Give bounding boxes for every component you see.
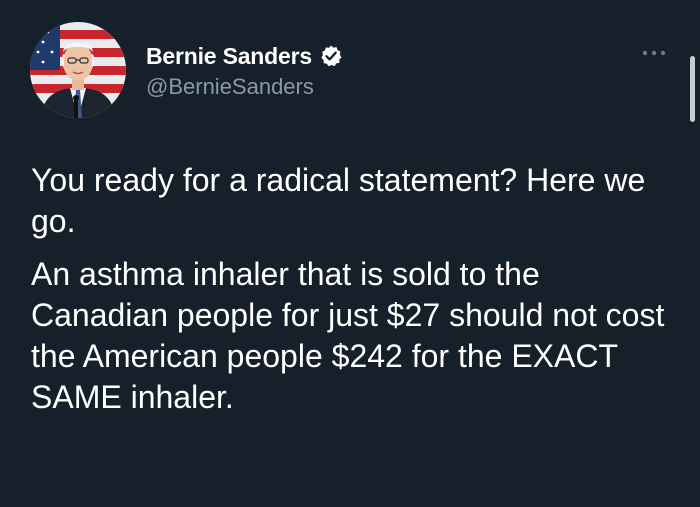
author-name-row[interactable]: Bernie Sanders — [146, 40, 343, 72]
verified-badge-icon — [319, 44, 343, 68]
avatar-image — [30, 22, 126, 118]
author-name: Bernie Sanders — [146, 42, 312, 69]
tweet-card: Bernie Sanders @BernieSanders You ready … — [0, 0, 700, 507]
more-options-button[interactable] — [636, 38, 672, 68]
tweet-paragraph: You ready for a radical statement? Here … — [31, 162, 646, 239]
tweet-paragraph: An asthma inhaler that is sold to the Ca… — [31, 256, 665, 415]
tweet-text: You ready for a radical statement? Here … — [31, 160, 681, 418]
scrollbar-thumb[interactable] — [690, 56, 695, 122]
author-handle[interactable]: @BernieSanders — [146, 74, 314, 100]
avatar[interactable] — [30, 22, 126, 118]
more-horizontal-icon — [642, 50, 666, 56]
